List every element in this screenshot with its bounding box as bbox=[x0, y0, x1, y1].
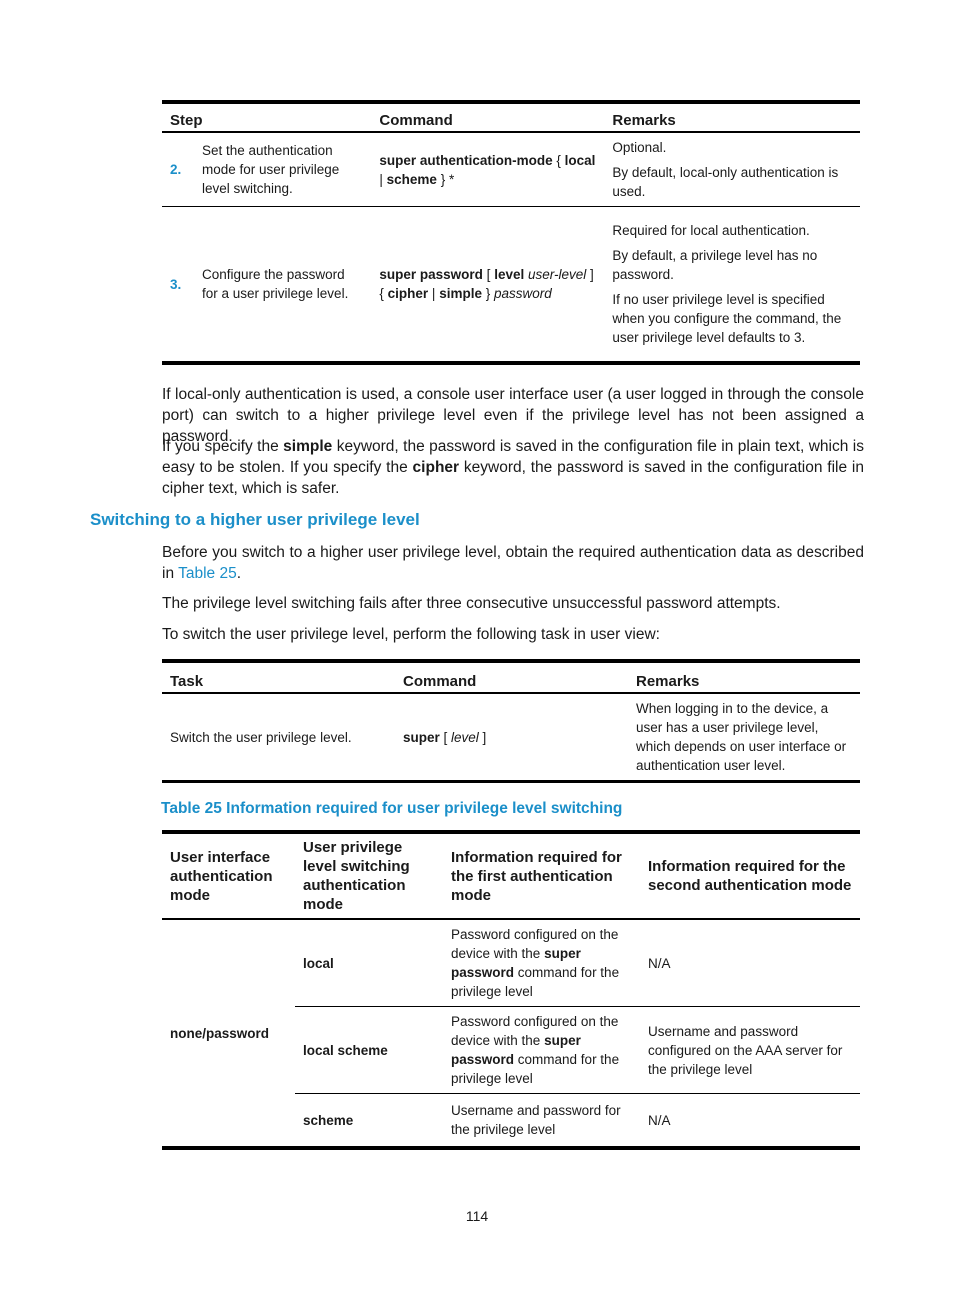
syntax-text: [ bbox=[482, 267, 495, 282]
syntax-text: } bbox=[481, 286, 494, 301]
header-switch-auth-mode: User privilege level switching authentic… bbox=[295, 832, 443, 920]
header-remarks: Remarks bbox=[604, 102, 860, 133]
table-row: none/password local Password configured … bbox=[162, 919, 860, 1041]
remark-line: Required for local authentication. bbox=[612, 223, 810, 238]
switch-mode-cell: local scheme bbox=[295, 1006, 443, 1094]
header-step: Step bbox=[162, 102, 372, 133]
remark-line: By default, a privilege level has no pas… bbox=[612, 248, 818, 282]
remark-line: Optional. bbox=[612, 140, 667, 155]
command-cell: super [ level ] bbox=[395, 693, 628, 782]
step-remarks: Optional. By default, local-only authent… bbox=[604, 132, 860, 207]
switch-mode-cell: scheme bbox=[303, 1112, 354, 1128]
first-info-cell: Password configured on the device with t… bbox=[443, 919, 640, 1007]
keyword: simple bbox=[439, 286, 482, 301]
keyword: level bbox=[494, 267, 525, 282]
text: If you specify the bbox=[162, 438, 284, 455]
first-info-cell: Username and password for the privilege … bbox=[443, 1094, 640, 1149]
header-command: Command bbox=[371, 102, 605, 133]
auth-info-table: User interface authentication mode User … bbox=[162, 830, 860, 1150]
header-ui-auth-mode: User interface authentication mode bbox=[162, 832, 295, 920]
step-command: super authentication-mode { local | sche… bbox=[371, 132, 605, 207]
keyword: super bbox=[403, 729, 440, 745]
table-header-row: Step Command Remarks bbox=[162, 102, 860, 133]
remark-line: If no user privilege level is specified … bbox=[612, 292, 842, 345]
text: Username and password for the privilege … bbox=[451, 1103, 621, 1137]
table-row: Switch the user privilege level. super [… bbox=[162, 693, 860, 782]
second-info-cell: N/A bbox=[648, 1112, 671, 1128]
task-cell: Switch the user privilege level. bbox=[170, 729, 352, 745]
switch-task-table: Task Command Remarks Switch the user pri… bbox=[162, 659, 860, 783]
second-info-cell: N/A bbox=[640, 919, 860, 1007]
step-number: 2. bbox=[162, 132, 194, 207]
argument: level bbox=[451, 729, 479, 745]
text: Before you switch to a higher user privi… bbox=[162, 544, 864, 582]
header-first-auth-info: Information required for the first authe… bbox=[443, 832, 640, 920]
header-second-auth-info: Information required for the second auth… bbox=[640, 832, 860, 920]
section-heading: Switching to a higher user privilege lev… bbox=[90, 510, 420, 529]
table-25-link[interactable]: Table 25 bbox=[178, 565, 237, 582]
table-caption: Table 25 Information required for user p… bbox=[161, 800, 623, 817]
table-row: 3. Configure the password for a user pri… bbox=[162, 207, 860, 364]
keyword: super password bbox=[379, 267, 483, 282]
syntax-text: [ bbox=[439, 729, 452, 745]
table-header-row: Task Command Remarks bbox=[162, 661, 860, 694]
text: Password configured on the device with t… bbox=[451, 1014, 619, 1048]
keyword: simple bbox=[283, 438, 333, 455]
header-task: Task bbox=[162, 661, 395, 694]
syntax-text: | bbox=[379, 171, 387, 187]
configure-steps-table: Step Command Remarks 2. Set the authenti… bbox=[162, 100, 860, 365]
ui-auth-mode-cell: none/password bbox=[170, 1025, 270, 1041]
document-page: Step Command Remarks 2. Set the authenti… bbox=[0, 0, 954, 1296]
remarks-cell: When logging in to the device, a user ha… bbox=[636, 701, 847, 773]
keyword: local bbox=[564, 152, 596, 168]
argument: user-level bbox=[527, 267, 587, 282]
syntax-text: | bbox=[428, 286, 440, 301]
argument: password bbox=[493, 286, 552, 301]
paragraph-task-intro: To switch the user privilege level, perf… bbox=[162, 626, 660, 643]
paragraph-keywords: If you specify the simple keyword, the p… bbox=[162, 436, 864, 499]
step-remarks: Required for local authentication. By de… bbox=[604, 207, 860, 364]
syntax-text: ] bbox=[478, 729, 487, 745]
keyword: scheme bbox=[386, 171, 437, 187]
keyword: cipher bbox=[387, 286, 429, 301]
paragraph-before-switch: Before you switch to a higher user privi… bbox=[162, 542, 864, 584]
paragraph-fail-attempts: The privilege level switching fails afte… bbox=[162, 595, 781, 612]
step-command: super password [ level user-level ] { ci… bbox=[371, 207, 604, 364]
second-info-cell: Username and password configured on the … bbox=[640, 1006, 860, 1094]
keyword: super authentication-mode bbox=[379, 152, 553, 168]
text: Password configured on the device with t… bbox=[451, 927, 619, 961]
text: . bbox=[236, 565, 242, 582]
step-number: 3. bbox=[170, 276, 182, 292]
step-description: Configure the password for a user privil… bbox=[202, 267, 349, 301]
table-header-row: User interface authentication mode User … bbox=[162, 832, 860, 920]
keyword: cipher bbox=[412, 459, 460, 476]
switch-mode-cell: local bbox=[295, 919, 443, 1007]
syntax-text: { bbox=[552, 152, 565, 168]
step-description: Set the authentication mode for user pri… bbox=[194, 132, 372, 207]
remark-line: By default, local-only authentication is… bbox=[612, 165, 839, 199]
first-info-cell: Password configured on the device with t… bbox=[443, 1006, 640, 1094]
syntax-text: } * bbox=[436, 171, 455, 187]
page-number: 114 bbox=[465, 1208, 489, 1224]
header-command: Command bbox=[395, 661, 628, 694]
table-row: 2. Set the authentication mode for user … bbox=[162, 132, 860, 207]
header-remarks: Remarks bbox=[628, 661, 860, 694]
